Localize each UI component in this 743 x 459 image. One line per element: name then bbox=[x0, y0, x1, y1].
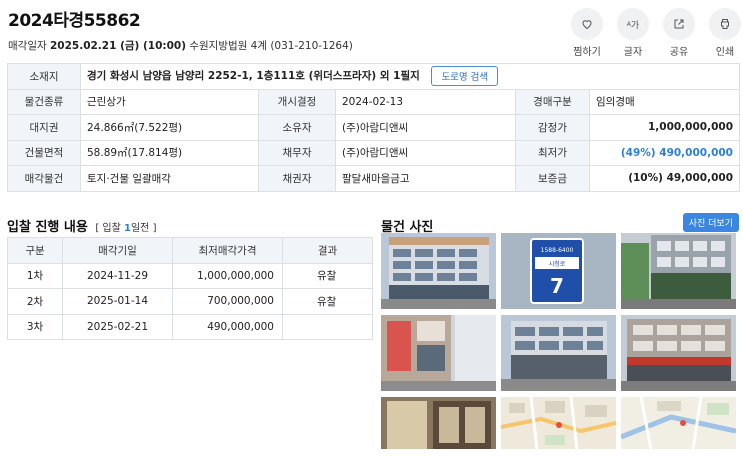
photo-thumbnail[interactable]: 1588-6400 시청로 7 bbox=[501, 233, 616, 309]
print-icon bbox=[709, 8, 741, 40]
table-row: 2차 2025-01-14 700,000,000 유찰 bbox=[7, 288, 373, 315]
address-cell: 경기 화성시 남양읍 남양리 2252-1, 1층111호 (위더스프라자) 외… bbox=[80, 63, 740, 90]
countdown-pre: [ 입찰 bbox=[95, 223, 121, 234]
info-row-address: 소재지 경기 화성시 남양읍 남양리 2252-1, 1층111호 (위더스프라… bbox=[7, 63, 740, 90]
bid-header-row: 구분 매각기일 최저매각가격 결과 bbox=[7, 237, 373, 264]
info-value: (주)아람디앤씨 bbox=[335, 114, 516, 141]
info-key: 소재지 bbox=[7, 63, 81, 90]
address-value: 경기 화성시 남양읍 남양리 2252-1, 1층111호 (위더스프라자) 외… bbox=[87, 70, 420, 83]
more-photos-button[interactable]: 사진 더보기 bbox=[682, 213, 739, 232]
font-size-icon: A가 bbox=[617, 8, 649, 40]
col-header: 구분 bbox=[7, 237, 63, 264]
price-cell: 490,000,000 bbox=[172, 313, 283, 340]
case-number: 2024타경55862 bbox=[8, 11, 141, 31]
info-key: 채권자 bbox=[258, 165, 336, 192]
info-value: 24.866㎡(7.522평) bbox=[80, 114, 259, 141]
photo-thumbnail[interactable] bbox=[621, 233, 736, 309]
table-row: 1차 2024-11-29 1,000,000,000 유찰 bbox=[7, 262, 373, 289]
favorite-label: 찜하기 bbox=[573, 47, 601, 58]
round-cell: 3차 bbox=[7, 313, 63, 340]
photo-thumbnail[interactable] bbox=[381, 397, 496, 449]
font-size-label: 글자 bbox=[623, 47, 643, 58]
price-cell: 1,000,000,000 bbox=[172, 262, 283, 289]
font-glyph: 가 bbox=[630, 20, 640, 31]
sale-date: 2025.02.21 (금) (10:00) bbox=[49, 40, 186, 52]
info-key: 최저가 bbox=[515, 139, 590, 166]
col-header: 매각기일 bbox=[62, 237, 173, 264]
share-icon bbox=[663, 8, 695, 40]
round-cell: 1차 bbox=[7, 262, 63, 289]
photo-thumbnail[interactable] bbox=[381, 233, 496, 309]
round-cell: 2차 bbox=[7, 288, 63, 315]
print-button[interactable]: 인쇄 bbox=[709, 8, 741, 58]
price-cell: 700,000,000 bbox=[172, 288, 283, 315]
photo-thumbnail[interactable] bbox=[381, 315, 496, 391]
court-info: 수원지방법원 4계 (031-210-1264) bbox=[189, 40, 353, 52]
sign-phone-text: 1588-6400 bbox=[541, 247, 574, 254]
date-cell: 2025-02-21 bbox=[62, 313, 173, 340]
info-value: (주)아람디앤씨 bbox=[335, 139, 516, 166]
map-thumbnail[interactable] bbox=[501, 397, 616, 449]
property-info-table: 소재지 경기 화성시 남양읍 남양리 2252-1, 1층111호 (위더스프라… bbox=[7, 63, 740, 192]
info-value: 근린상가 bbox=[80, 88, 259, 115]
col-header: 결과 bbox=[282, 237, 373, 264]
sale-date-label: 매각일자 bbox=[8, 40, 47, 52]
info-key: 개시결정 bbox=[258, 88, 336, 115]
info-row: 건물면적 58.89㎡(17.814평) 채무자 (주)아람디앤씨 최저가 (4… bbox=[7, 139, 740, 166]
info-key: 채무자 bbox=[258, 139, 336, 166]
bid-countdown: [ 입찰 1일전 ] bbox=[95, 223, 156, 234]
case-subtitle: 매각일자 2025.02.21 (금) (10:00) 수원지방법원 4계 (0… bbox=[8, 38, 353, 53]
print-label: 인쇄 bbox=[715, 47, 735, 58]
photo-thumbnail[interactable] bbox=[621, 315, 736, 391]
countdown-num: 1 bbox=[124, 223, 131, 234]
info-value: 58.89㎡(17.814평) bbox=[80, 139, 259, 166]
share-label: 공유 bbox=[669, 47, 689, 58]
road-name-search-button[interactable]: 도로명 검색 bbox=[431, 66, 499, 87]
info-key: 물건종류 bbox=[7, 88, 81, 115]
result-cell bbox=[282, 313, 373, 340]
favorite-button[interactable]: 찜하기 bbox=[571, 8, 603, 58]
table-row: 3차 2025-02-21 490,000,000 bbox=[7, 313, 373, 340]
bid-history-table: 구분 매각기일 최저매각가격 결과 1차 2024-11-29 1,000,00… bbox=[7, 237, 373, 340]
photo-thumbnail[interactable] bbox=[501, 315, 616, 391]
appraisal-value: 1,000,000,000 bbox=[589, 114, 740, 141]
info-key: 대지권 bbox=[7, 114, 81, 141]
map-thumbnail[interactable] bbox=[621, 397, 736, 449]
info-row: 매각물건 토지·건물 일괄매각 채권자 팔달새마을금고 보증금 (10%) 49… bbox=[7, 165, 740, 192]
info-key: 경매구분 bbox=[515, 88, 590, 115]
share-button[interactable]: 공유 bbox=[663, 8, 695, 58]
deposit-value: (10%) 49,000,000 bbox=[589, 165, 740, 192]
action-bar: 찜하기 A가 글자 공유 인쇄 bbox=[571, 8, 741, 58]
info-value: 팔달새마을금고 bbox=[335, 165, 516, 192]
result-cell: 유찰 bbox=[282, 288, 373, 315]
minimum-price-value: (49%) 490,000,000 bbox=[589, 139, 740, 166]
info-key: 건물면적 bbox=[7, 139, 81, 166]
info-value: 2024-02-13 bbox=[335, 88, 516, 115]
info-key: 매각물건 bbox=[7, 165, 81, 192]
bid-title: 입찰 진행 내용 bbox=[7, 220, 88, 235]
info-value: 토지·건물 일괄매각 bbox=[80, 165, 259, 192]
info-key: 보증금 bbox=[515, 165, 590, 192]
sign-road-text: 시청로 bbox=[549, 261, 566, 268]
date-cell: 2025-01-14 bbox=[62, 288, 173, 315]
result-cell: 유찰 bbox=[282, 262, 373, 289]
info-value: 임의경매 bbox=[589, 88, 740, 115]
col-header: 최저매각가격 bbox=[172, 237, 283, 264]
info-row: 물건종류 근린상가 개시결정 2024-02-13 경매구분 임의경매 bbox=[7, 88, 740, 115]
countdown-post: 일전 ] bbox=[130, 223, 157, 234]
info-row: 대지권 24.866㎡(7.522평) 소유자 (주)아람디앤씨 감정가 1,0… bbox=[7, 114, 740, 141]
info-key: 감정가 bbox=[515, 114, 590, 141]
date-cell: 2024-11-29 bbox=[62, 262, 173, 289]
bid-section-title: 입찰 진행 내용 [ 입찰 1일전 ] bbox=[7, 216, 156, 235]
font-size-button[interactable]: A가 글자 bbox=[617, 8, 649, 58]
heart-icon bbox=[571, 8, 603, 40]
sign-number-text: 7 bbox=[550, 274, 564, 298]
case-header: 2024타경55862 매각일자 2025.02.21 (금) (10:00) … bbox=[8, 6, 353, 53]
info-key: 소유자 bbox=[258, 114, 336, 141]
